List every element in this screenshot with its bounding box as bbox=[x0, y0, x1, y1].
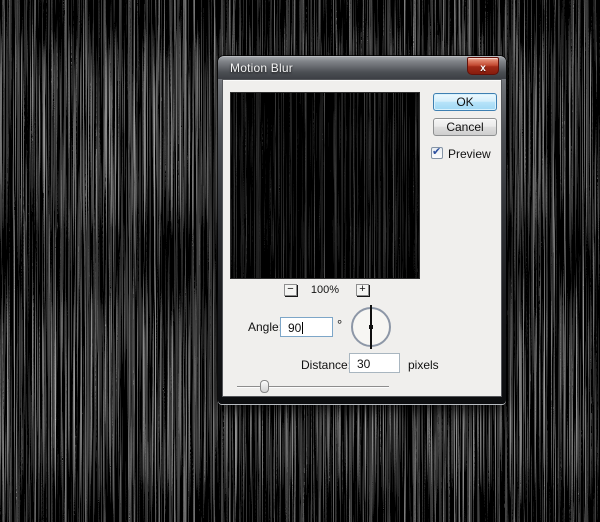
dial-center-dot bbox=[369, 325, 373, 329]
dialog-title: Motion Blur bbox=[230, 61, 293, 75]
angle-label: Angle: bbox=[248, 320, 282, 334]
slider-thumb[interactable] bbox=[260, 380, 269, 393]
photoshop-canvas: Motion Blur x OK Canc bbox=[0, 0, 600, 522]
distance-input[interactable]: 30 bbox=[349, 353, 400, 373]
preview-checkbox[interactable]: ✔ bbox=[431, 147, 443, 159]
distance-value: 30 bbox=[357, 357, 370, 371]
preview-image bbox=[231, 93, 419, 278]
ok-button[interactable]: OK bbox=[433, 93, 497, 111]
angle-input[interactable]: 90 bbox=[280, 317, 333, 337]
dialog-titlebar[interactable]: Motion Blur x bbox=[218, 57, 506, 79]
preview-texture bbox=[231, 93, 419, 278]
close-icon: x bbox=[480, 63, 486, 74]
angle-unit: ° bbox=[337, 317, 342, 332]
zoom-in-button[interactable]: + bbox=[356, 284, 369, 296]
distance-slider[interactable] bbox=[237, 376, 389, 396]
motion-blur-dialog: Motion Blur x OK Canc bbox=[218, 56, 506, 404]
checkmark-icon: ✔ bbox=[432, 145, 441, 158]
preview-checkbox-label: Preview bbox=[448, 147, 491, 161]
close-button[interactable]: x bbox=[467, 57, 499, 75]
angle-dial[interactable] bbox=[351, 307, 391, 347]
cancel-button[interactable]: Cancel bbox=[433, 118, 497, 136]
angle-value: 90 bbox=[288, 321, 301, 335]
distance-label: Distance: bbox=[301, 358, 351, 372]
dialog-body: OK Cancel ✔ Preview − 100% + Angle: 90 °… bbox=[222, 79, 502, 397]
distance-unit: pixels bbox=[408, 358, 439, 372]
text-caret bbox=[302, 322, 303, 334]
